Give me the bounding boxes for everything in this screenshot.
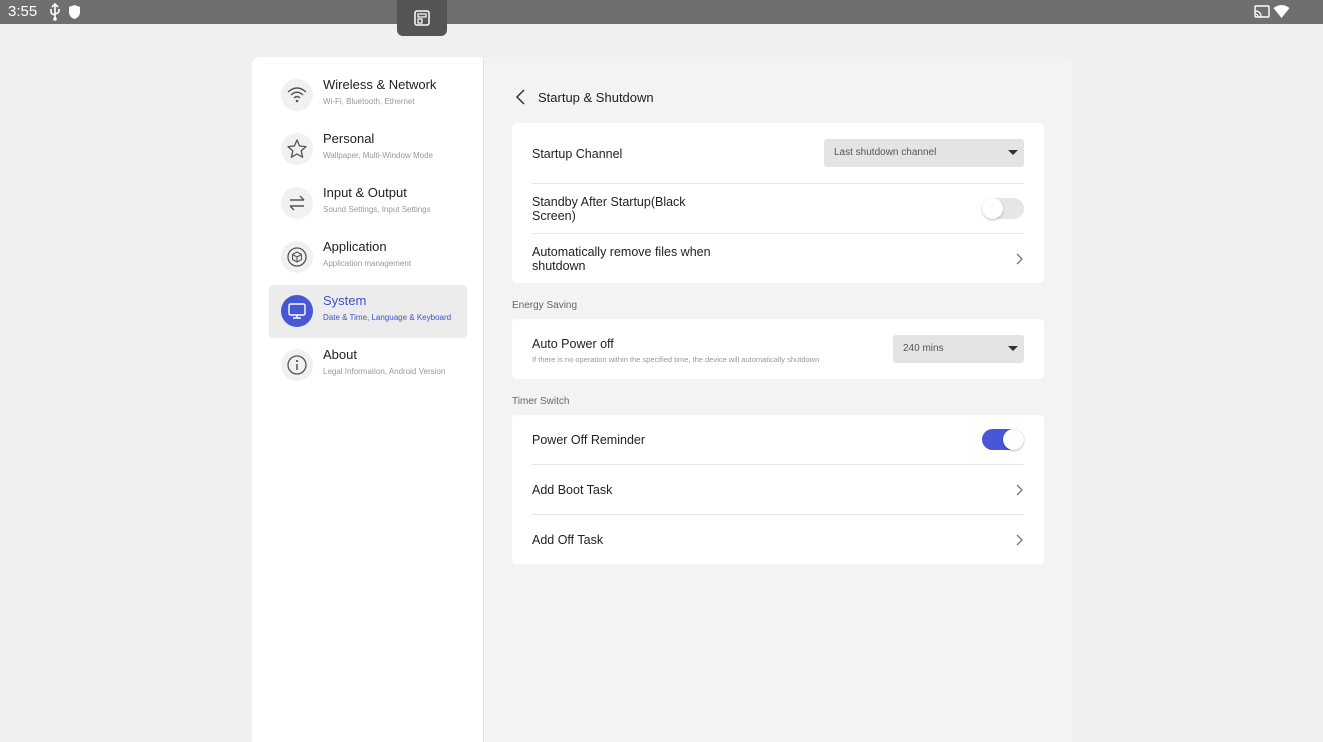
toggle-knob	[1003, 429, 1024, 450]
sidebar-item-subtitle: Wi-Fi, Bluetooth, Ethernet	[323, 97, 415, 106]
startup-channel-dropdown[interactable]: Last shutdown channel	[824, 139, 1024, 167]
standby-toggle[interactable]	[982, 198, 1024, 219]
star-icon	[287, 139, 307, 158]
page-header: Startup & Shutdown	[514, 86, 654, 108]
caret-down-icon	[1008, 150, 1018, 155]
standby-label: Standby After Startup(Black Screen)	[532, 195, 686, 223]
timer-switch-section-label: Timer Switch	[512, 396, 570, 407]
content-panel: Startup & Shutdown Startup Channel Last …	[484, 57, 1072, 742]
sidebar-item-title: Application	[323, 239, 387, 254]
startup-channel-label: Startup Channel	[532, 147, 623, 161]
cast-icon	[1254, 5, 1270, 18]
standby-row[interactable]: Standby After Startup(Black Screen)	[532, 184, 1024, 233]
auto-power-label: Auto Power off	[532, 337, 614, 351]
monitor-icon	[288, 303, 306, 319]
auto-power-row: Auto Power off If there is no operation …	[532, 319, 1024, 379]
screenshot-icon	[414, 10, 430, 26]
sidebar-item-input-output[interactable]: Input & Output Sound Settings, Input Set…	[269, 177, 467, 230]
wifi-icon	[1273, 5, 1290, 18]
remove-files-row[interactable]: Automatically remove files when shutdown	[532, 234, 1024, 283]
add-boot-task-label: Add Boot Task	[532, 483, 613, 497]
toggle-knob	[982, 198, 1003, 219]
dropdown-value: Last shutdown channel	[834, 147, 937, 158]
add-boot-task-row[interactable]: Add Boot Task	[532, 465, 1024, 514]
sidebar-item-wireless-network[interactable]: Wireless & Network Wi-Fi, Bluetooth, Eth…	[269, 69, 467, 122]
startup-card: Startup Channel Last shutdown channel St…	[512, 123, 1044, 283]
sidebar-item-subtitle: Application management	[323, 259, 412, 268]
sidebar-item-about[interactable]: About Legal Information, Android Version	[269, 339, 467, 392]
sidebar-item-system[interactable]: System Date & Time, Language & Keyboard	[269, 285, 467, 338]
energy-saving-section-label: Energy Saving	[512, 300, 578, 311]
back-arrow-icon[interactable]	[514, 88, 530, 106]
sidebar-item-title: Wireless & Network	[323, 77, 437, 92]
power-off-reminder-label: Power Off Reminder	[532, 433, 646, 447]
chevron-right-icon	[1016, 253, 1023, 265]
info-icon	[287, 355, 307, 375]
status-bar: 3:55	[0, 0, 1323, 36]
sidebar-item-title: System	[323, 293, 367, 308]
startup-channel-row: Startup Channel Last shutdown channel	[532, 123, 1024, 183]
chevron-right-icon	[1016, 534, 1023, 546]
sidebar-item-subtitle: Wallpaper, Multi-Window Mode	[323, 151, 433, 160]
page-title: Startup & Shutdown	[538, 89, 654, 105]
add-off-task-label: Add Off Task	[532, 533, 604, 547]
sidebar-item-subtitle: Legal Information, Android Version	[323, 367, 446, 376]
energy-card: Auto Power off If there is no operation …	[512, 319, 1044, 379]
wifi-icon	[287, 87, 307, 103]
caret-down-icon	[1008, 346, 1018, 351]
dropdown-value: 240 mins	[903, 343, 944, 354]
power-off-reminder-row[interactable]: Power Off Reminder	[532, 415, 1024, 464]
remove-files-label: Automatically remove files when shutdown	[532, 245, 711, 273]
settings-window: Wireless & Network Wi-Fi, Bluetooth, Eth…	[252, 57, 1072, 742]
auto-power-dropdown[interactable]: 240 mins	[893, 335, 1024, 363]
sidebar-item-title: About	[323, 347, 357, 362]
sidebar-item-subtitle: Sound Settings, Input Settings	[323, 205, 431, 214]
sidebar-item-title: Input & Output	[323, 185, 407, 200]
cube-icon	[287, 247, 307, 267]
sidebar-item-application[interactable]: Application Application management	[269, 231, 467, 284]
chevron-right-icon	[1016, 484, 1023, 496]
swap-arrows-icon	[289, 195, 305, 211]
add-off-task-row[interactable]: Add Off Task	[532, 515, 1024, 564]
power-off-reminder-toggle[interactable]	[982, 429, 1024, 450]
sidebar: Wireless & Network Wi-Fi, Bluetooth, Eth…	[252, 57, 484, 742]
status-time: 3:55	[8, 3, 38, 20]
screenshot-button[interactable]	[397, 0, 447, 36]
shield-icon	[69, 5, 80, 19]
timer-card: Power Off Reminder Add Boot Task Add Off…	[512, 415, 1044, 564]
usb-icon	[50, 3, 60, 21]
sidebar-item-subtitle: Date & Time, Language & Keyboard	[323, 313, 452, 322]
auto-power-description: If there is no operation within the spec…	[532, 355, 820, 364]
sidebar-item-title: Personal	[323, 131, 375, 146]
sidebar-item-personal[interactable]: Personal Wallpaper, Multi-Window Mode	[269, 123, 467, 176]
